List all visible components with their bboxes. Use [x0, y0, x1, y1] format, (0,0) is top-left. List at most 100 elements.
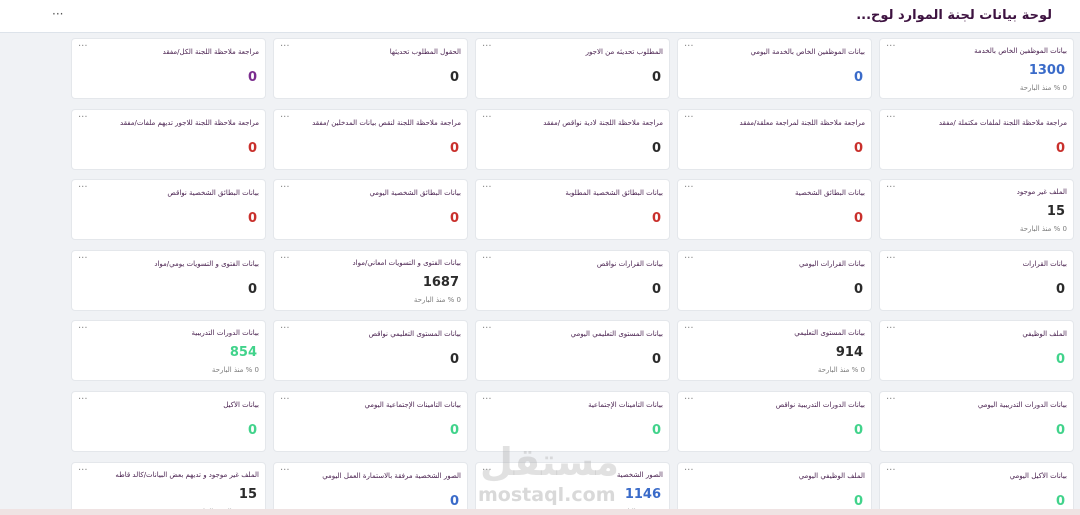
stat-card[interactable]: ··· بيانات القرارات نواقص 0 — [475, 249, 670, 311]
card-menu-icon[interactable]: ··· — [78, 253, 88, 264]
stat-card[interactable]: ··· الملف غير موجود و تديهم بعض البيانات/… — [71, 461, 266, 515]
card-menu-icon[interactable]: ··· — [684, 182, 694, 193]
card-value: 0 — [247, 70, 257, 85]
card-menu-icon[interactable]: ··· — [886, 394, 896, 405]
card-menu-icon[interactable]: ··· — [684, 465, 694, 476]
card-menu-icon[interactable]: ··· — [482, 253, 492, 264]
card-value: 0 — [853, 211, 863, 227]
card-menu-icon[interactable]: ··· — [482, 41, 492, 52]
stat-card[interactable]: ··· مراجعة ملاحظة اللجنة للاجور تديهم ملف… — [71, 108, 266, 170]
card-menu-icon[interactable]: ··· — [280, 182, 290, 193]
card-menu-icon[interactable]: ··· — [886, 182, 896, 193]
card-menu-icon[interactable]: ··· — [684, 323, 694, 334]
card-value: 0 — [449, 422, 459, 438]
card-label: بيانات الأكيل — [223, 400, 259, 409]
stat-card[interactable]: ··· المطلوب تحديثه من الاجور 0 — [475, 38, 670, 99]
card-label: بيانات القرارات — [1022, 259, 1067, 268]
stat-card[interactable]: ··· بيانات الدورات التدريبية اليومي 0 — [879, 390, 1074, 452]
stat-card[interactable]: ··· مراجعة ملاحظة اللجنة لمراجعة معلقة/مف… — [677, 108, 872, 170]
card-value: 15 — [238, 486, 257, 502]
card-menu-icon[interactable]: ··· — [482, 323, 492, 334]
stat-card[interactable]: ··· بيانات التأمينات الإجتماعية 0 — [475, 390, 670, 452]
card-label: بيانات البطائق الشخصية نواقص — [167, 189, 259, 198]
card-menu-icon[interactable]: ··· — [684, 41, 694, 52]
card-menu-icon[interactable]: ··· — [78, 41, 88, 52]
card-menu-icon[interactable]: ··· — [886, 41, 896, 52]
stat-card[interactable]: ··· بيانات المستوى التعليمي 914 0 % منذ الب… — [677, 320, 872, 382]
card-menu-icon[interactable]: ··· — [280, 323, 290, 334]
card-menu-icon[interactable]: ··· — [886, 465, 896, 476]
card-menu-icon[interactable]: ··· — [684, 394, 694, 405]
card-value: 0 — [651, 352, 661, 368]
card-menu-icon[interactable]: ··· — [280, 41, 290, 52]
card-change-text: 0 % منذ البارحة — [211, 366, 259, 375]
card-change-text: 0 % منذ البارحة — [1019, 84, 1067, 92]
header-menu-icon[interactable]: ··· — [52, 7, 63, 21]
card-change-text: 0 % منذ البارحة — [1019, 225, 1067, 234]
card-value: 1300 — [1028, 63, 1065, 78]
card-menu-icon[interactable]: ··· — [886, 253, 896, 264]
stat-card[interactable]: ··· بيانات القرارات 0 — [879, 249, 1074, 311]
card-label: مراجعة ملاحظة اللجنة لنقص بيانات المدخلي… — [312, 118, 461, 127]
stat-card[interactable]: ··· بيانات الفتوى و التسويات يومي/مواد 0 — [71, 249, 266, 311]
stat-card[interactable]: ··· بيانات الأكيل اليومي 0 — [879, 461, 1074, 515]
card-menu-icon[interactable]: ··· — [280, 465, 290, 476]
stat-card[interactable]: ··· بيانات البطائق الشخصية المطلوبة 0 — [475, 179, 670, 241]
card-menu-icon[interactable]: ··· — [482, 465, 492, 476]
card-menu-icon[interactable]: ··· — [78, 394, 88, 405]
stat-card[interactable]: ··· بيانات الموظفين الخاص بالخدمة اليومي 0 — [677, 38, 872, 99]
stat-card[interactable]: ··· مراجعة ملاحظة اللجنة الكل/مفقد 0 — [71, 38, 266, 99]
card-menu-icon[interactable]: ··· — [684, 253, 694, 264]
stat-card[interactable]: ··· بيانات المستوى التعليمي اليومي 0 — [475, 320, 670, 382]
card-menu-icon[interactable]: ··· — [78, 465, 88, 476]
card-value: 0 — [1055, 352, 1065, 368]
stat-card[interactable]: ··· بيانات البطائق الشخصية اليومي 0 — [273, 179, 468, 241]
card-label: بيانات البطائق الشخصية — [795, 189, 865, 198]
card-menu-icon[interactable]: ··· — [482, 112, 492, 123]
stat-card[interactable]: ··· بيانات الفتوى و التسويات امعاني/مواد 1… — [273, 249, 468, 311]
stat-card[interactable]: ··· الملف الوظيفي 0 — [879, 320, 1074, 382]
card-menu-icon[interactable]: ··· — [78, 323, 88, 334]
stat-card[interactable]: ···الصور الشخصية11460 % منذ البارحة — [475, 461, 670, 515]
stat-card[interactable]: ··· بيانات المستوى التعليمي نواقص 0 — [273, 320, 468, 382]
card-label: مراجعة ملاحظة اللجنة للاجور تديهم ملفات/… — [120, 118, 259, 127]
stat-card[interactable]: ··· بيانات القرارات اليومي 0 — [677, 249, 872, 311]
card-value: 0 — [449, 211, 459, 227]
bottom-strip — [0, 509, 1080, 515]
stat-card[interactable]: ··· مراجعة ملاحظة اللجنة لملفات مكتملة /م… — [879, 108, 1074, 170]
card-label: مراجعة ملاحظة اللجنة لادية نواقص /مفقد — [543, 118, 663, 127]
stat-card[interactable]: ··· بيانات الأكيل 0 — [71, 390, 266, 452]
card-menu-icon[interactable]: ··· — [482, 182, 492, 193]
card-label: بيانات الدورات التدريبية اليومي — [977, 400, 1067, 409]
card-value: 0 — [651, 422, 661, 438]
card-menu-icon[interactable]: ··· — [280, 394, 290, 405]
card-menu-icon[interactable]: ··· — [886, 112, 896, 123]
card-menu-icon[interactable]: ··· — [886, 323, 896, 334]
stat-card[interactable]: ··· الملف غير موجود 15 0 % منذ البارحة — [879, 179, 1074, 241]
stat-card[interactable]: ··· بيانات الدورات التدريبية نواقص 0 — [677, 390, 872, 452]
card-label: بيانات البطائق الشخصية اليومي — [369, 189, 461, 198]
stat-card[interactable]: ··· بيانات الموظفين الخاص بالخدمة 1300 0 % … — [879, 38, 1074, 99]
card-label: بيانات القرارات نواقص — [596, 259, 663, 268]
card-value: 0 — [853, 281, 863, 297]
stat-card[interactable]: ··· مراجعة ملاحظة اللجنة لنقص بيانات المد… — [273, 108, 468, 170]
card-label: الملف الوظيفي اليومي — [798, 471, 865, 480]
card-menu-icon[interactable]: ··· — [78, 182, 88, 193]
card-value: 0 — [449, 140, 459, 156]
stat-card[interactable]: ··· الملف الوظيفي اليومي 0 — [677, 461, 872, 515]
card-menu-icon[interactable]: ··· — [684, 112, 694, 123]
card-menu-icon[interactable]: ··· — [280, 253, 290, 264]
card-menu-icon[interactable]: ··· — [78, 112, 88, 123]
card-label: بيانات الفتوى و التسويات يومي/مواد — [154, 259, 259, 268]
stat-card[interactable]: ··· بيانات البطائق الشخصية نواقص 0 — [71, 179, 266, 241]
card-label: بيانات الأكيل اليومي — [1009, 471, 1067, 480]
stat-card[interactable]: ··· بيانات الدورات التدريبية 854 0 % منذ ال… — [71, 320, 266, 382]
card-menu-icon[interactable]: ··· — [280, 112, 290, 123]
card-value: 0 — [1055, 281, 1065, 297]
stat-card[interactable]: ··· الصور الشخصية مرفقة بالاستمارة العمل … — [273, 461, 468, 515]
stat-card[interactable]: ··· الحقول المطلوب تحديثها 0 — [273, 38, 468, 99]
stat-card[interactable]: ··· بيانات البطائق الشخصية 0 — [677, 179, 872, 241]
stat-card[interactable]: ··· بيانات التأمينات الإجتماعية اليومي 0 — [273, 390, 468, 452]
card-menu-icon[interactable]: ··· — [482, 394, 492, 405]
stat-card[interactable]: ··· مراجعة ملاحظة اللجنة لادية نواقص /مفق… — [475, 108, 670, 170]
